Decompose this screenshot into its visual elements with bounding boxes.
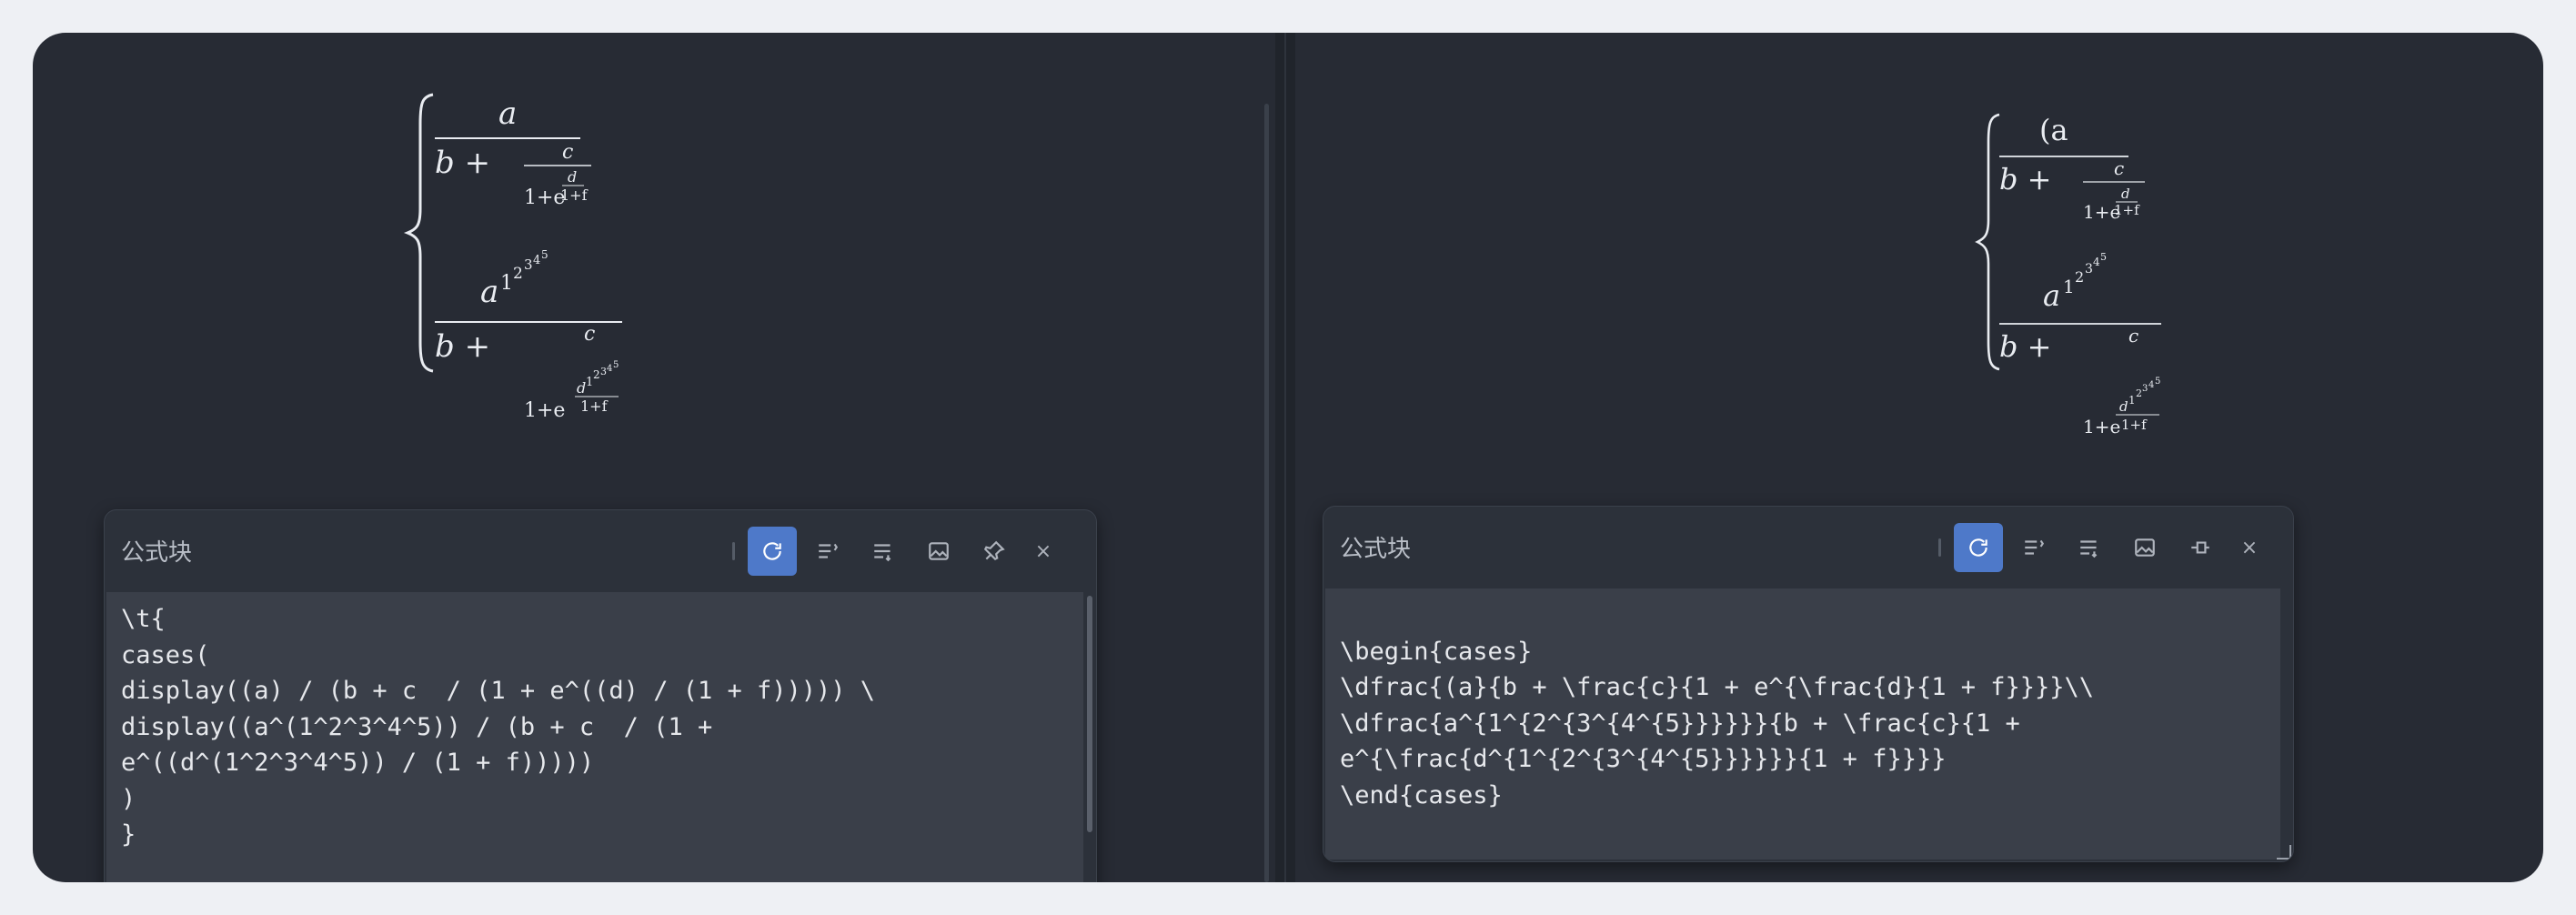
math-a: a — [498, 96, 517, 132]
formula-block-panel: 公式块 × \t{cases(display((a) / (b + c / … — [104, 509, 1097, 882]
pin-button[interactable] — [970, 527, 1019, 576]
math-d-r2: d — [2119, 398, 2128, 415]
math-d-exp4-r: 4 — [2148, 380, 2154, 390]
math-d2: d — [577, 379, 586, 397]
math-d-exp4: 4 — [607, 364, 612, 374]
math-exp3: 3 — [524, 256, 533, 273]
math-exp1-r: 1 — [2063, 276, 2075, 297]
math-c-r: c — [2114, 157, 2124, 179]
app-window: a b + c 1+e d 1+f a 1 2 3 4 5 b + c 1+e — [33, 33, 2543, 882]
pin-outline-icon — [2191, 541, 2209, 554]
math-d-r: d — [2121, 186, 2130, 202]
list-indent-icon — [819, 543, 839, 558]
math-a-r2: a — [2043, 278, 2060, 313]
toolbar-separator — [732, 542, 735, 560]
math-c: c — [562, 141, 573, 164]
close-button[interactable]: × — [1025, 527, 1062, 576]
math-one-plus-f-r2: 1+f — [2121, 417, 2148, 433]
math-b-plus-r2: b + — [1999, 329, 2051, 364]
math-a2: a — [480, 274, 498, 310]
math-d-exp3-r: 3 — [2142, 384, 2148, 394]
panel-title-right: 公式块 — [1340, 536, 1412, 563]
panel-header: 公式块 × — [105, 510, 1096, 592]
refresh-icon — [763, 542, 781, 560]
math-d-exp2: 2 — [593, 368, 600, 381]
math-d-exp3: 3 — [600, 366, 607, 377]
math-open-paren-a: (a — [2039, 113, 2068, 147]
math-b-plus-r: b + — [1999, 162, 2051, 196]
math-exp5: 5 — [541, 248, 548, 261]
panel-toolbar-right: × — [1938, 522, 2274, 573]
math-b-plus2: b + — [435, 328, 490, 365]
math-d-exp-r: 1 — [2128, 394, 2136, 407]
list-wrap-icon — [874, 544, 891, 562]
latex-code-editor[interactable]: \t{ cases( display((a) / (b + c / (1 + e… — [106, 592, 1083, 882]
refresh-icon — [1969, 538, 1987, 557]
rendered-formula-left: a b + c 1+e d 1+f a 1 2 3 4 5 b + c 1+e — [387, 87, 697, 455]
panel-title: 公式块 — [121, 539, 193, 567]
math-c2: c — [584, 323, 595, 346]
math-d-exp5-r: 5 — [2155, 377, 2160, 387]
pane-divider[interactable] — [1275, 33, 1295, 882]
math-one-plus-e-r2: 1+e — [2083, 416, 2120, 437]
image-icon — [2135, 538, 2155, 557]
resize-handle[interactable] — [2277, 845, 2291, 860]
math-exp4: 4 — [533, 254, 540, 267]
list-wrap-icon — [2080, 540, 2098, 558]
toolbar-separator — [1938, 538, 1941, 557]
math-b-plus: b + — [435, 145, 490, 181]
pin-icon — [983, 540, 1005, 560]
pin-button[interactable] — [2176, 523, 2225, 572]
math-one-plus-e: 1+e — [524, 186, 565, 209]
wrap-button[interactable] — [2065, 523, 2114, 572]
align-button[interactable] — [803, 527, 852, 576]
wrap-button[interactable] — [859, 527, 908, 576]
refresh-button[interactable] — [748, 527, 797, 576]
left-pane-scrollbar[interactable] — [1264, 104, 1269, 882]
math-one-plus-e2: 1+e — [524, 399, 565, 422]
math-one-plus-f-r: 1+f — [2114, 202, 2140, 218]
list-indent-icon — [2025, 539, 2045, 555]
math-one-plus-f: 1+f — [560, 186, 589, 204]
math-one-plus-f2: 1+f — [580, 397, 609, 415]
align-button[interactable] — [2009, 523, 2058, 572]
close-button[interactable]: × — [2231, 523, 2268, 572]
image-button[interactable] — [914, 527, 963, 576]
math-exp2: 2 — [513, 265, 523, 283]
rendered-formula-right: (a b + c 1+e d 1+f a 1 2 3 4 5 b + c 1+e… — [1959, 109, 2214, 458]
math-exp4-r: 4 — [2093, 256, 2100, 268]
image-icon — [929, 542, 949, 560]
formula-block-panel-right: 公式块 × \begin{cases} \dfrac{(a}{b + \frac… — [1323, 506, 2294, 862]
math-exp3-r: 3 — [2085, 262, 2093, 277]
right-pane: (a b + c 1+e d 1+f a 1 2 3 4 5 b + c 1+e… — [1295, 33, 2543, 882]
panel-header-right: 公式块 × — [1323, 507, 2293, 588]
math-exp1: 1 — [500, 272, 513, 295]
math-exp2-r: 2 — [2075, 268, 2084, 286]
math-d-exp5: 5 — [613, 360, 619, 370]
panel-toolbar: × — [732, 526, 1068, 577]
refresh-button[interactable] — [1954, 523, 2003, 572]
image-button[interactable] — [2120, 523, 2169, 572]
math-d-exp2-r: 2 — [2136, 387, 2142, 399]
math-d: d — [568, 168, 577, 186]
math-c-r2: c — [2128, 325, 2138, 347]
math-exp5-r: 5 — [2100, 251, 2107, 263]
left-pane: a b + c 1+e d 1+f a 1 2 3 4 5 b + c 1+e — [33, 33, 1277, 882]
latex-code-editor-right[interactable]: \begin{cases} \dfrac{(a}{b + \frac{c}{1 … — [1325, 588, 2280, 860]
editor-scrollbar[interactable] — [1087, 596, 1092, 832]
